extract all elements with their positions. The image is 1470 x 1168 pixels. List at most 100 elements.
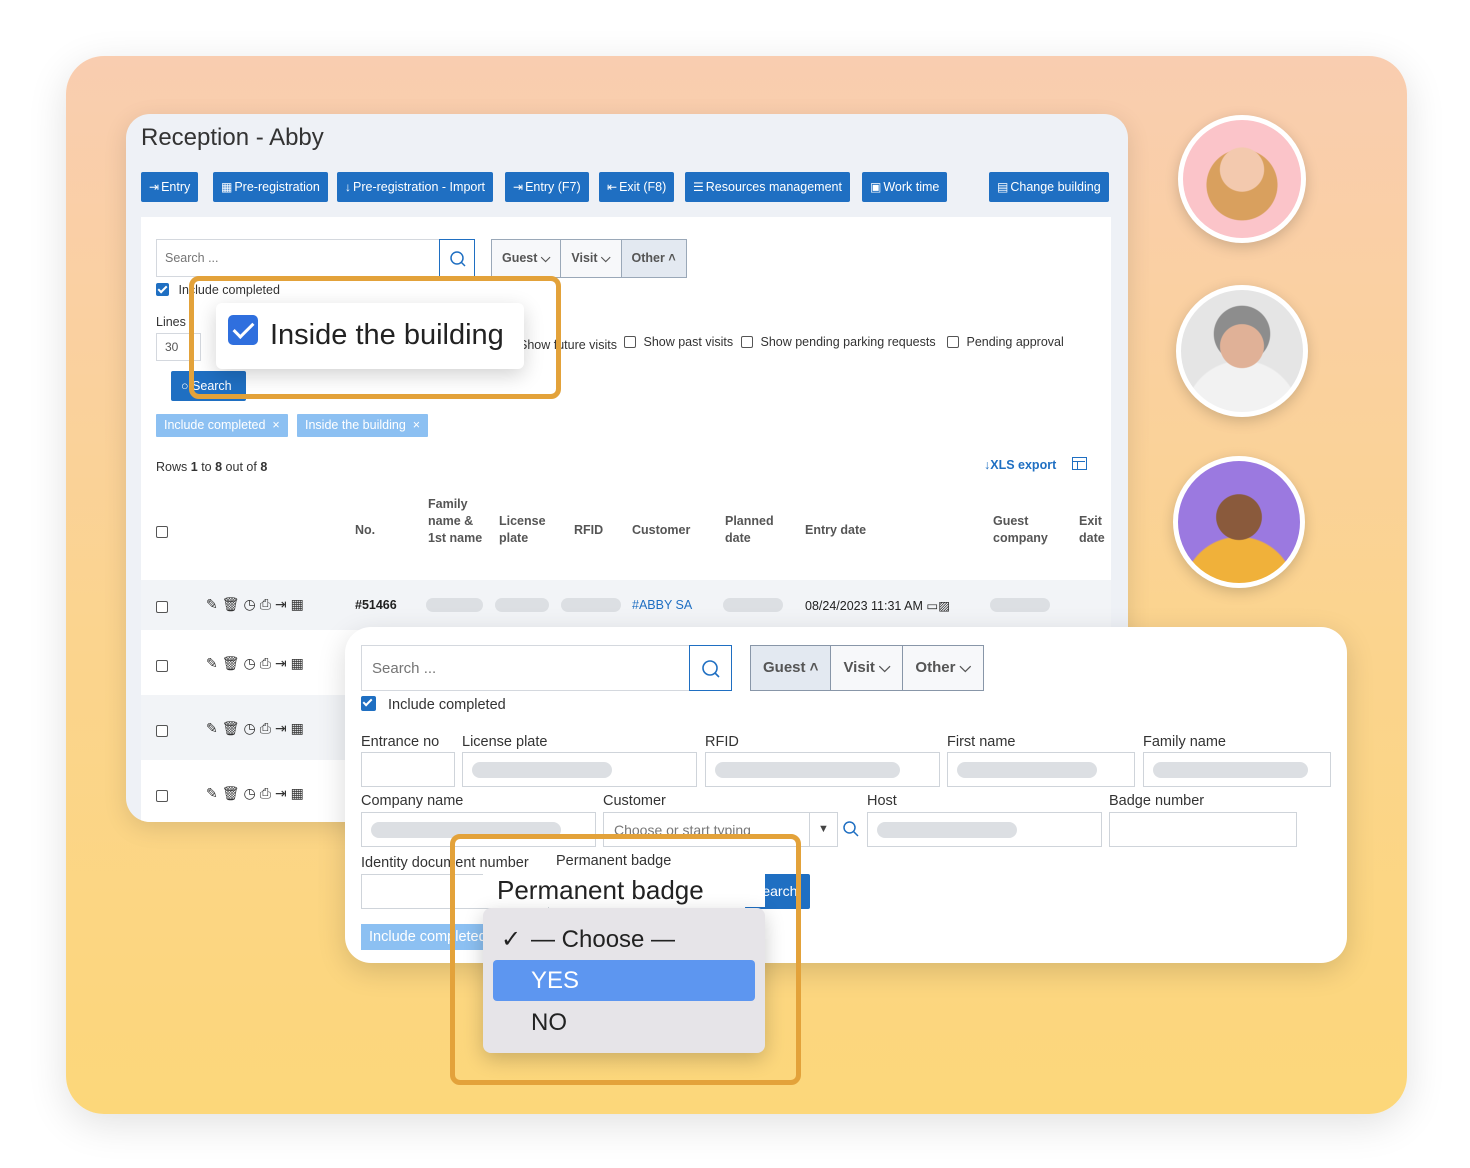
redacted-company: [990, 598, 1050, 612]
tag-inside-building[interactable]: Inside the building ×: [297, 414, 429, 437]
row-actions[interactable]: ✎🗑◷⎙⇥▦: [206, 785, 308, 802]
edit-icon[interactable]: ✎: [206, 720, 222, 736]
clock-icon[interactable]: ◷: [244, 785, 260, 801]
entry-f7-button[interactable]: ⇥ Entry (F7): [505, 172, 589, 202]
guest-tab[interactable]: Guest ˄: [751, 646, 832, 690]
table-row[interactable]: ✎🗑◷⎙⇥▦ #51466 #ABBY SA 08/24/2023 11:31 …: [141, 580, 1111, 630]
enter-icon[interactable]: ⇥: [275, 596, 291, 612]
enter-icon[interactable]: ⇥: [275, 720, 291, 736]
search-input[interactable]: [157, 240, 439, 276]
visit-tab[interactable]: Visit ⌵: [561, 240, 622, 277]
close-icon[interactable]: ×: [409, 418, 420, 432]
pending-approval-option[interactable]: Pending approval: [947, 335, 1064, 349]
include-completed-option[interactable]: Include completed: [361, 696, 506, 713]
exit-f8-button[interactable]: ⇤ Exit (F8): [599, 172, 675, 202]
guest-tab[interactable]: Guest ⌵: [492, 240, 562, 277]
include-completed-checkbox[interactable]: [361, 696, 376, 711]
print-icon[interactable]: ⎙: [260, 596, 275, 612]
search-icon-button[interactable]: [689, 645, 732, 691]
license-plate-field[interactable]: [462, 752, 697, 787]
entry-button[interactable]: ⇥ Entry: [141, 172, 199, 202]
caret-down-icon[interactable]: ▼: [809, 813, 837, 846]
header-exit-date[interactable]: Exit date: [1079, 513, 1114, 547]
xls-export-link[interactable]: ↓XLS export: [984, 458, 1056, 472]
download-icon: ↓: [345, 180, 351, 194]
filter-segments: Guest ⌵ Visit ⌵ Other ˄: [491, 239, 687, 278]
customer-link[interactable]: #ABBY SA: [632, 598, 692, 612]
row-checkbox[interactable]: [156, 787, 168, 805]
clock-icon[interactable]: ◷: [244, 596, 260, 612]
header-rfid[interactable]: RFID: [574, 522, 603, 539]
entrance-no-field[interactable]: [361, 752, 455, 787]
toolbar: ⇥ Entry ▦ Pre-registration ↓ Pre-registrati…: [141, 172, 1116, 202]
inside-building-callout[interactable]: Inside the building: [216, 303, 524, 369]
row-checkbox[interactable]: [156, 657, 168, 675]
rfid-field[interactable]: [705, 752, 940, 787]
customer-search-icon[interactable]: [842, 820, 860, 843]
pre-registration-button[interactable]: ▦ Pre-registration: [213, 172, 328, 202]
enter-icon[interactable]: ⇥: [275, 655, 291, 671]
option-yes[interactable]: YES: [493, 960, 755, 1001]
trash-icon[interactable]: 🗑: [222, 785, 244, 801]
clock-icon[interactable]: ◷: [244, 720, 260, 736]
clock-icon[interactable]: ◷: [244, 655, 260, 671]
host-field[interactable]: [867, 812, 1102, 847]
work-time-button[interactable]: ▣ Work time: [862, 172, 948, 202]
option-no[interactable]: NO: [493, 1002, 755, 1043]
pre-registration-import-button[interactable]: ↓ Pre-registration - Import: [337, 172, 493, 202]
row-actions[interactable]: ✎🗑◷⎙⇥▦: [206, 596, 308, 613]
print-icon[interactable]: ⎙: [260, 655, 275, 671]
first-name-field[interactable]: [947, 752, 1135, 787]
enter-icon[interactable]: ⇥: [275, 785, 291, 801]
header-license-plate[interactable]: License plate: [499, 513, 559, 547]
image-icon[interactable]: ▨: [938, 599, 950, 613]
trash-icon[interactable]: 🗑: [222, 720, 244, 736]
other-tab[interactable]: Other ⌵: [903, 646, 983, 690]
row-number[interactable]: #51466: [355, 598, 397, 612]
qr-icon[interactable]: ▦: [291, 655, 308, 671]
columns-icon[interactable]: [1072, 457, 1087, 470]
row-actions[interactable]: ✎🗑◷⎙⇥▦: [206, 655, 308, 672]
row-checkbox[interactable]: [156, 598, 168, 616]
show-past-visits-option[interactable]: Show past visits: [624, 335, 733, 349]
visit-tab[interactable]: Visit ⌵: [831, 646, 904, 690]
family-name-field[interactable]: [1143, 752, 1331, 787]
search-input[interactable]: [362, 646, 690, 690]
close-icon[interactable]: ×: [269, 418, 279, 432]
header-entry-date[interactable]: Entry date: [805, 522, 866, 539]
resources-management-button[interactable]: ☰ Resources management: [685, 172, 850, 202]
trash-icon[interactable]: 🗑: [222, 596, 244, 612]
qr-icon[interactable]: ▦: [291, 720, 308, 736]
search-icon-button[interactable]: [439, 239, 475, 277]
edit-icon[interactable]: ✎: [206, 596, 222, 612]
qr-icon[interactable]: ▦: [291, 596, 308, 612]
other-tab[interactable]: Other ˄: [621, 240, 686, 277]
family-name-label: Family name: [1143, 734, 1226, 750]
show-past-visits-checkbox[interactable]: [624, 336, 636, 348]
header-planned-date[interactable]: Planned date: [725, 513, 785, 547]
print-icon[interactable]: ⎙: [260, 720, 275, 736]
inside-building-checkbox[interactable]: [228, 315, 258, 345]
permanent-badge-dropdown[interactable]: Permanent badge ✓ — Choose — YES NO: [483, 870, 765, 1053]
trash-icon[interactable]: 🗑: [222, 655, 244, 671]
edit-icon[interactable]: ✎: [206, 785, 222, 801]
show-pending-parking-option[interactable]: Show pending parking requests: [741, 335, 936, 349]
video-icon[interactable]: ▭: [926, 599, 938, 613]
header-customer[interactable]: Customer: [632, 522, 690, 539]
row-actions[interactable]: ✎🗑◷⎙⇥▦: [206, 720, 308, 737]
show-pending-parking-checkbox[interactable]: [741, 336, 753, 348]
qr-icon[interactable]: ▦: [291, 785, 308, 801]
tag-include-completed[interactable]: Include completed ×: [156, 414, 288, 437]
header-guest-company[interactable]: Guest company: [993, 513, 1058, 547]
change-building-button[interactable]: ▤ Change building: [989, 172, 1109, 202]
pending-approval-checkbox[interactable]: [947, 336, 959, 348]
print-icon[interactable]: ⎙: [260, 785, 275, 801]
row-checkbox[interactable]: [156, 722, 168, 740]
badge-number-field[interactable]: [1109, 812, 1297, 847]
option-choose[interactable]: ✓ — Choose —: [493, 919, 755, 960]
include-completed-checkbox[interactable]: [156, 283, 169, 296]
select-all-checkbox[interactable]: [156, 523, 168, 541]
header-family-name[interactable]: Family name & 1st name: [428, 496, 483, 547]
header-no[interactable]: No.: [355, 522, 375, 539]
edit-icon[interactable]: ✎: [206, 655, 222, 671]
